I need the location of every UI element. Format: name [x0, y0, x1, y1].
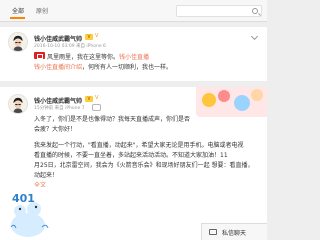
post-text-start: 风里雨里，我在这里等你。 [47, 54, 120, 61]
post-text-line: 我来发起一个行动，"看直播，动起来"，希望大家无论是用手机，电脑或者电视 [34, 142, 244, 149]
reply-icon[interactable] [92, 104, 101, 111]
message-icon [209, 229, 217, 235]
verified-badge: V [95, 95, 99, 101]
post-text-rest: ，何所有人一切顺利，我也一样。 [82, 64, 173, 71]
post-text-line: 入冬了，你们是不是也像得动？我每天直播成声，你们是否 [34, 116, 191, 123]
post-image[interactable]: 401 [4, 187, 56, 240]
post-text-line: 会疲？大你好！ [34, 126, 77, 133]
top-bar: 全部 原创 [0, 0, 267, 22]
avatar[interactable] [8, 32, 28, 52]
chevron-down-icon[interactable] [250, 32, 259, 41]
username[interactable]: 钱小佳威武霸气帅 [34, 96, 82, 105]
private-message-bar[interactable]: 私信聊天 [201, 223, 267, 240]
mention-link[interactable]: 钱小佳直播间介绍 [34, 64, 82, 71]
active-tab-indicator [10, 17, 25, 19]
post-card: 钱小佳威武霸气帅 V V 2016-10-10 03:09 来自 iPhone … [0, 27, 267, 81]
post-text-line: 月25日，北京雷空间，我会为《火箭音乐会》和现场好朋友们一起 想要：看直播， [34, 162, 254, 169]
post-text-line: 看直播的时候，不要一直坐着，多站起来活动活动。不知道大家加油！11 [34, 152, 228, 159]
tab-original[interactable]: 原创 [36, 6, 48, 15]
search-icon[interactable] [252, 8, 258, 14]
post-time: 15分钟前 来自 iPhone 7 [34, 106, 85, 111]
search-input[interactable] [176, 5, 262, 17]
mention-link[interactable]: 钱小佳直播 [119, 54, 149, 61]
post-text-line: 风里雨里，我在这里等你。钱小佳直播 [47, 52, 149, 61]
vip-badge: V [85, 96, 93, 102]
post-card: 钱小佳威武霸气帅 V V 15分钟前 来自 iPhone 7 入冬了，你们是不是… [0, 87, 267, 240]
decorative-banner [196, 87, 267, 117]
avatar[interactable] [8, 94, 28, 114]
post-time: 2016-10-10 03:09 来自 iPhone 6 [34, 44, 106, 49]
live-video-icon [34, 52, 45, 59]
image-number: 401 [12, 192, 35, 205]
verified-badge: V [95, 33, 99, 39]
post-text-line: 动起来！ [34, 172, 59, 179]
private-message-label: 私信聊天 [222, 230, 247, 237]
vip-badge: V [85, 34, 93, 40]
tab-all[interactable]: 全部 [12, 6, 24, 15]
post-text-line: 钱小佳直播间介绍，何所有人一切顺利，我也一样。 [34, 62, 172, 71]
username[interactable]: 钱小佳威武霸气帅 [34, 34, 82, 43]
